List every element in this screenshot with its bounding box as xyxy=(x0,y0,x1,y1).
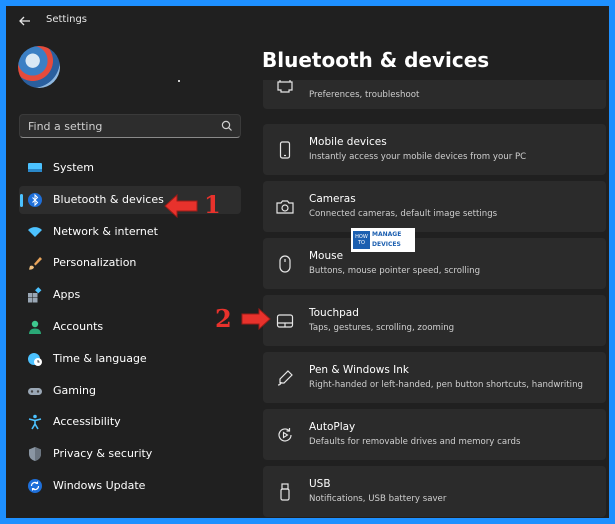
sidebar-item-gaming[interactable]: Gaming xyxy=(19,377,241,405)
watermark-how: HOW TO xyxy=(353,231,370,249)
sidebar-item-label: Bluetooth & devices xyxy=(53,192,164,206)
red-arrow-left-icon xyxy=(164,193,198,219)
card-title: Touchpad xyxy=(309,307,359,319)
card-title: Mouse xyxy=(309,250,344,262)
sidebar-item-privacy-security[interactable]: Privacy & security xyxy=(19,440,241,468)
selection-indicator xyxy=(20,193,23,207)
watermark-logo: HOW TO MANAGE DEVICES xyxy=(351,228,415,252)
avatar[interactable] xyxy=(18,46,60,88)
step-number-2: 2 xyxy=(215,304,232,333)
card-title: Pen & Windows Ink xyxy=(309,364,409,376)
card-subtitle: Preferences, troubleshoot xyxy=(309,90,420,100)
card-subtitle: Buttons, mouse pointer speed, scrolling xyxy=(309,266,481,276)
card-subtitle: Taps, gestures, scrolling, zooming xyxy=(309,323,455,333)
shield-icon xyxy=(29,447,41,462)
watermark-devices: DEVICES xyxy=(372,241,401,248)
sidebar-item-label: Network & internet xyxy=(53,224,158,238)
sidebar-item-personalization[interactable]: Personalization xyxy=(19,249,241,277)
gamepad-icon xyxy=(28,387,42,395)
card-subtitle: Defaults for removable drives and memory… xyxy=(309,437,521,447)
title-bar: Settings xyxy=(6,6,609,36)
card-usb[interactable]: USB Notifications, USB battery saver xyxy=(263,466,606,517)
watermark-manage: MANAGE xyxy=(372,231,402,238)
card-title: AutoPlay xyxy=(309,421,356,433)
sidebar-item-label: Privacy & security xyxy=(53,447,153,461)
sidebar-item-label: System xyxy=(53,161,95,174)
sidebar-item-label: Time & language xyxy=(53,351,147,365)
card-subtitle: Right-handed or left-handed, pen button … xyxy=(309,380,583,390)
watermark-text: MANAGE DEVICES xyxy=(372,230,401,250)
sidebar-item-label: Windows Update xyxy=(53,478,146,492)
sidebar-item-label: Gaming xyxy=(53,383,96,397)
card-touchpad[interactable]: Touchpad Taps, gestures, scrolling, zoom… xyxy=(263,295,606,346)
sidebar-item-label: Apps xyxy=(53,288,81,302)
account-name-placeholder xyxy=(178,80,180,82)
card-mouse[interactable]: Mouse Buttons, mouse pointer speed, scro… xyxy=(263,238,606,289)
pen-icon xyxy=(277,370,293,386)
red-arrow-right-icon xyxy=(241,307,271,331)
card-subtitle: Instantly access your mobile devices fro… xyxy=(309,152,527,162)
sidebar-item-time-language[interactable]: Time & language xyxy=(19,345,241,373)
card-cameras[interactable]: Cameras Connected cameras, default image… xyxy=(263,181,606,232)
person-icon xyxy=(29,320,41,334)
autoplay-icon xyxy=(278,428,292,442)
sidebar-item-accessibility[interactable]: Accessibility xyxy=(19,408,241,436)
search-icon[interactable] xyxy=(220,119,234,133)
sidebar-item-system[interactable]: System xyxy=(19,154,241,182)
bluetooth-icon xyxy=(28,192,42,207)
globe-clock-icon xyxy=(28,352,42,366)
brush-icon xyxy=(29,257,42,271)
sidebar-item-label: Personalization xyxy=(53,256,137,270)
card-subtitle: Notifications, USB battery saver xyxy=(309,494,447,504)
card-printers-scanners[interactable]: Preferences, troubleshoot xyxy=(263,80,606,109)
card-autoplay[interactable]: AutoPlay Defaults for removable drives a… xyxy=(263,409,606,460)
touchpad-icon xyxy=(276,314,294,328)
search-input[interactable] xyxy=(28,118,208,134)
sidebar-item-label: Accessibility xyxy=(53,415,121,429)
settings-window: Settings System Bluetooth & devices xyxy=(6,6,609,518)
wifi-icon xyxy=(28,226,42,237)
card-title: Cameras xyxy=(309,193,356,205)
sidebar-item-windows-update[interactable]: Windows Update xyxy=(19,472,241,500)
card-mobile-devices[interactable]: Mobile devices Instantly access your mob… xyxy=(263,124,606,175)
app-title: Settings xyxy=(46,14,88,25)
monitor-icon xyxy=(28,163,42,172)
mouse-icon xyxy=(279,255,291,273)
step-number-1: 1 xyxy=(204,190,221,219)
back-button[interactable] xyxy=(16,12,34,30)
sidebar-item-apps[interactable]: Apps xyxy=(19,281,241,309)
search-box[interactable] xyxy=(19,114,241,138)
sidebar-item-network[interactable]: Network & internet xyxy=(19,218,241,246)
card-pen-windows-ink[interactable]: Pen & Windows Ink Right-handed or left-h… xyxy=(263,352,606,403)
camera-icon xyxy=(276,200,294,214)
apps-icon xyxy=(28,287,42,303)
printer-icon xyxy=(277,80,293,93)
card-title: Mobile devices xyxy=(309,136,387,148)
sidebar-item-accounts[interactable]: Accounts xyxy=(19,313,241,341)
update-icon xyxy=(28,478,42,493)
phone-icon xyxy=(279,141,291,159)
usb-icon xyxy=(280,483,290,501)
settings-list: Preferences, troubleshoot Mobile devices… xyxy=(263,80,606,518)
accessibility-icon xyxy=(28,415,42,430)
page-title: Bluetooth & devices xyxy=(262,48,490,72)
back-arrow-icon xyxy=(19,16,30,26)
sidebar-item-label: Accounts xyxy=(53,319,104,333)
card-title: USB xyxy=(309,478,331,490)
card-subtitle: Connected cameras, default image setting… xyxy=(309,209,498,219)
